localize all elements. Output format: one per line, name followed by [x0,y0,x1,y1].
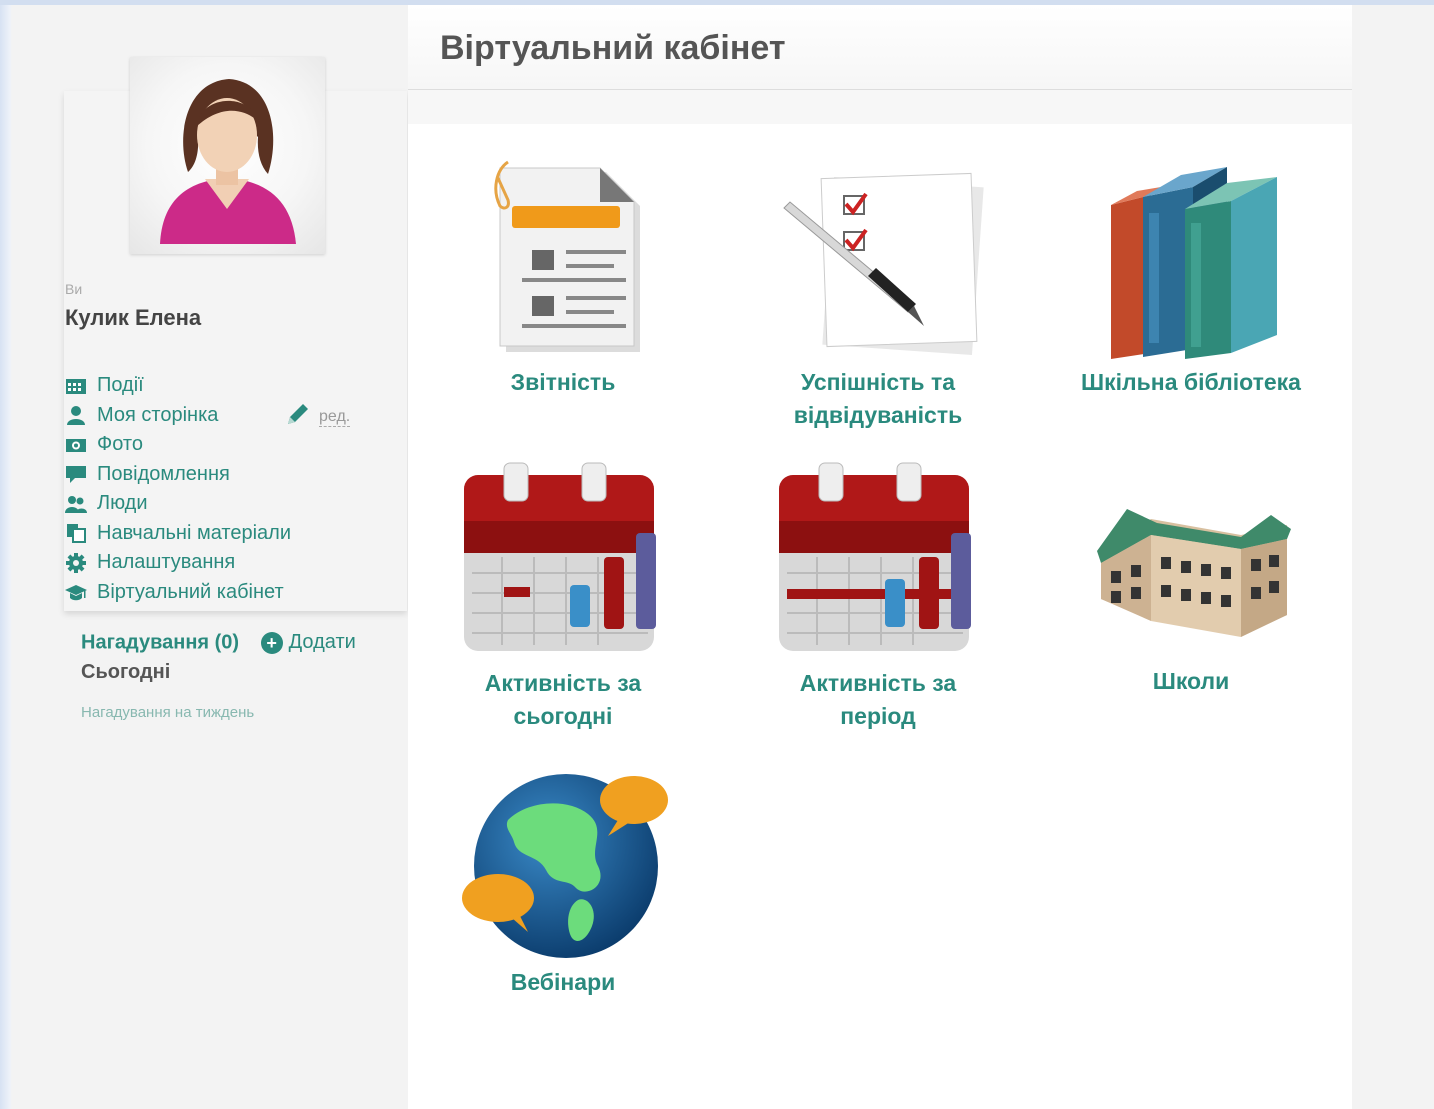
calendar-chart-period-icon [779,462,971,651]
camera-icon [66,438,86,452]
sidebar-item-people[interactable]: Люди [65,489,291,519]
header-subbar [408,90,1352,124]
sidebar: Ви Кулик Елена Події Моя сторінка Фото П… [12,5,407,1109]
tile-schools[interactable]: Школи [1041,479,1341,698]
pencil-icon [288,404,308,424]
documents-icon [67,524,86,544]
edit-label: ред. [319,408,351,427]
sidebar-item-settings[interactable]: Налаштування [65,548,291,578]
tile-label: Успішність та [800,369,956,395]
calendar-chart-icon [464,462,656,651]
tile-activity-period[interactable]: Активність за період [728,461,1028,733]
sidebar-item-my-page[interactable]: Моя сторінка [65,401,291,431]
user-icon [67,406,85,426]
add-reminder-label: Додати [288,631,356,653]
sidebar-item-photo[interactable]: Фото [65,430,291,460]
tile-performance-attendance[interactable]: Успішність та відвідуваність [728,160,1028,432]
tile-webinars[interactable]: Вебінари [413,770,713,999]
you-label: Ви [65,281,83,297]
graduation-cap-icon [65,585,87,601]
sidebar-item-label: Фото [97,433,143,456]
sidebar-item-messages[interactable]: Повідомлення [65,460,291,490]
sidebar-item-virtual-office[interactable]: Віртуальний кабінет [65,578,291,608]
avatar-female-icon [160,79,296,244]
page-title: Віртуальний кабінет [440,29,786,67]
edit-profile-link[interactable]: ред. [285,401,351,427]
message-icon [66,466,86,484]
tile-label: Активність за [799,670,957,696]
people-icon [65,495,87,513]
sidebar-item-label: Віртуальний кабінет [97,580,284,603]
sidebar-item-events[interactable]: Події [65,371,291,401]
today-label: Сьогодні [81,660,171,683]
sidebar-item-label: Люди [97,492,148,515]
tile-label: Активність за [484,670,642,696]
reminders-title[interactable]: Нагадування (0) [81,632,239,654]
sidebar-item-label: Навчальні матеріали [97,521,291,544]
tile-activity-today[interactable]: Активність за сьогодні [413,461,713,733]
gear-icon [66,552,86,573]
right-gutter [1352,5,1434,1109]
tile-label: сьогодні [513,703,613,729]
tile-label: Школи [1152,668,1230,694]
sidebar-nav: Події Моя сторінка Фото Повідомлення Люд… [65,371,291,607]
school-building-icon [1097,509,1291,637]
sidebar-item-label: Повідомлення [97,462,230,485]
checklist-pen-icon [783,172,984,356]
main-content: Віртуальний кабінет Звітність Успішність… [408,5,1352,1109]
sidebar-item-label: Події [97,374,144,397]
globe-chat-icon [462,774,668,958]
avatar[interactable] [130,57,325,254]
calendar-icon [66,378,86,394]
plus-icon: + [260,631,283,654]
tile-label: Шкільна бібліотека [1081,369,1301,395]
tile-label: період [840,703,916,729]
sidebar-item-label: Налаштування [97,551,236,574]
tile-label: Вебінари [510,969,616,995]
tile-reports[interactable]: Звітність [413,160,713,399]
page-header: Віртуальний кабінет [408,5,1352,90]
user-name: Кулик Елена [65,305,202,330]
reminders-block: Нагадування (0) + Додати Сьогодні Нагаду… [81,631,356,721]
week-reminders-link[interactable]: Нагадування на тиждень [81,704,356,721]
books-icon [1111,167,1277,359]
tile-label: Звітність [510,369,616,395]
sidebar-item-materials[interactable]: Навчальні матеріали [65,519,291,549]
report-document-icon [494,160,640,352]
tile-school-library[interactable]: Шкільна бібліотека [1041,153,1341,399]
add-reminder-button[interactable]: + Додати [260,631,356,654]
sidebar-item-label: Моя сторінка [97,403,219,426]
tile-label: відвідуваність [793,402,963,428]
